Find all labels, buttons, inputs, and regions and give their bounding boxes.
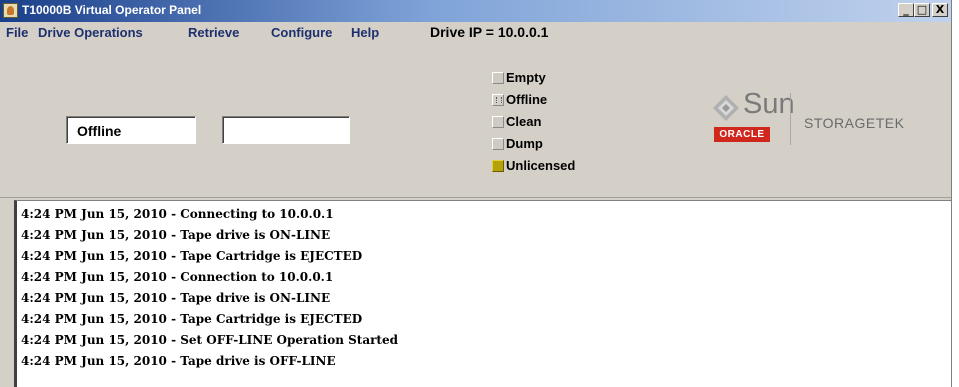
dump-led-icon	[492, 138, 504, 150]
window-controls: _ □ X	[898, 3, 948, 17]
window-title: T10000B Virtual Operator Panel	[22, 3, 202, 17]
java-cup-icon	[3, 3, 18, 18]
storagetek-logo-text: STORAGETEK	[804, 115, 905, 131]
log-line: 4:24 PM Jun 15, 2010 - Tape Cartridge is…	[21, 249, 363, 263]
close-button[interactable]: X	[932, 3, 948, 17]
log-line: 4:24 PM Jun 15, 2010 - Set OFF-LINE Oper…	[21, 333, 398, 347]
menu-file[interactable]: File	[6, 25, 28, 40]
sun-diamond-icon	[713, 95, 739, 121]
menu-configure[interactable]: Configure	[271, 25, 332, 40]
operator-display-panel: Offline Empty Offline Clean Dump Unlicen…	[0, 42, 951, 198]
offline-led-icon	[492, 94, 504, 106]
status-clean: Clean	[492, 112, 612, 134]
log-line: 4:24 PM Jun 15, 2010 - Tape drive is ON-…	[21, 291, 331, 305]
title-bar[interactable]: T10000B Virtual Operator Panel _ □ X	[0, 0, 951, 22]
operator-panel-window: T10000B Virtual Operator Panel _ □ X Fil…	[0, 0, 952, 387]
menu-bar: File Drive Operations Retrieve Configure…	[0, 22, 951, 42]
maximize-button[interactable]: □	[914, 3, 930, 17]
status-offline: Offline	[492, 90, 612, 112]
menu-help[interactable]: Help	[351, 25, 379, 40]
status-unlicensed: Unlicensed	[492, 156, 612, 178]
status-empty: Empty	[492, 68, 612, 90]
empty-led-icon	[492, 72, 504, 84]
drive-ip-label: Drive IP = 10.0.0.1	[430, 24, 549, 40]
secondary-display-field	[222, 116, 350, 144]
logo-divider	[790, 93, 791, 145]
log-line: 4:24 PM Jun 15, 2010 - Tape drive is OFF…	[21, 354, 336, 368]
unlicensed-led-icon	[492, 160, 504, 172]
clean-led-icon	[492, 116, 504, 128]
log-line: 4:24 PM Jun 15, 2010 - Tape Cartridge is…	[21, 312, 363, 326]
sun-logo-text: Sun	[743, 88, 795, 120]
event-log[interactable]: 4:24 PM Jun 15, 2010 - Connecting to 10.…	[14, 200, 951, 387]
menu-retrieve[interactable]: Retrieve	[188, 25, 239, 40]
status-display-field: Offline	[66, 116, 196, 144]
log-line: 4:24 PM Jun 15, 2010 - Connecting to 10.…	[21, 207, 334, 221]
log-line: 4:24 PM Jun 15, 2010 - Connection to 10.…	[21, 270, 334, 284]
oracle-logo: ORACLE	[714, 127, 770, 142]
status-dump: Dump	[492, 134, 612, 156]
minimize-button[interactable]: _	[898, 3, 914, 17]
log-line: 4:24 PM Jun 15, 2010 - Tape drive is ON-…	[21, 228, 331, 242]
menu-drive-operations[interactable]: Drive Operations	[38, 25, 143, 40]
